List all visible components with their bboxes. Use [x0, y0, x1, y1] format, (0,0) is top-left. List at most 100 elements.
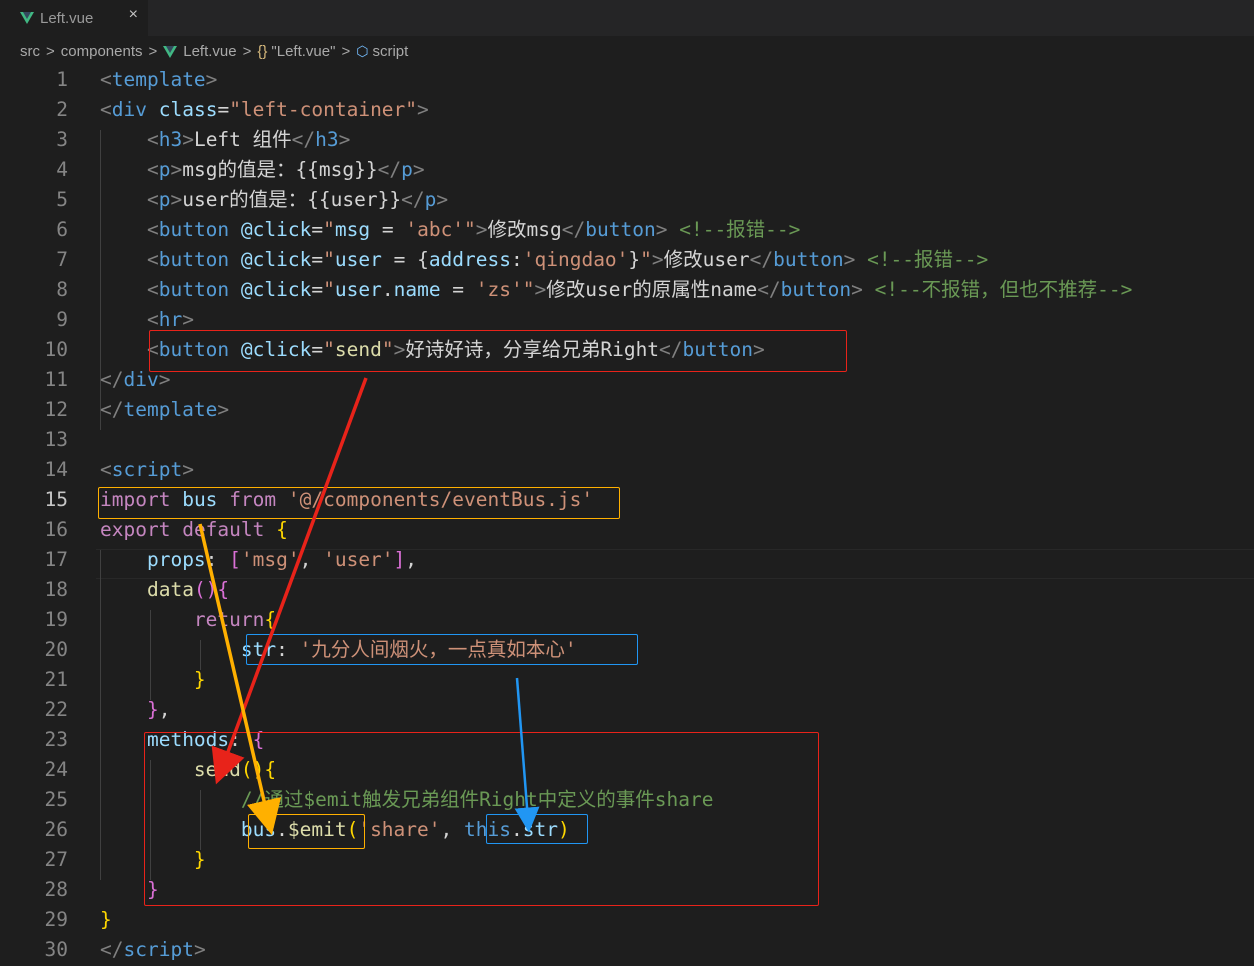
code-line[interactable]: 28 } [0, 875, 1254, 905]
code-line[interactable]: 10 <button @click="send">好诗好诗，分享给兄弟Right… [0, 335, 1254, 365]
line-number: 1 [56, 68, 68, 91]
code-line[interactable]: 15 import bus from '@/components/eventBus… [0, 485, 1254, 515]
code-text: data(){ [146, 578, 230, 601]
line-number: 19 [44, 608, 68, 631]
line-number: 5 [56, 188, 68, 211]
line-number: 23 [44, 728, 68, 751]
code-text: } [100, 908, 112, 931]
line-number: 6 [56, 218, 68, 241]
code-line[interactable]: 16 export default { [0, 515, 1254, 545]
code-text: <h3>Left 组件</h3> [146, 128, 351, 151]
code-text: props: ['msg', 'user'], [146, 548, 418, 571]
code-line[interactable]: 22 }, [0, 695, 1254, 725]
chevron-right-icon: > [148, 42, 158, 60]
code-line[interactable]: 30 </script> [0, 935, 1254, 965]
code-text: <p>msg的值是：{{msg}}</p> [146, 158, 425, 181]
code-line[interactable]: 26 bus.$emit('share', this.str) [0, 815, 1254, 845]
line-number: 28 [44, 878, 68, 901]
code-editor[interactable]: 1 <template> 2 <div class="left-container">… [0, 64, 1254, 966]
breadcrumb-file[interactable]: Left.vue [183, 43, 236, 60]
line-number: 27 [44, 848, 68, 871]
code-line[interactable]: 6 <button @click="msg = 'abc'">修改msg</bu… [0, 215, 1254, 245]
cube-icon: ⬡ [356, 42, 369, 59]
code-line[interactable]: 13 [0, 425, 1254, 455]
code-line[interactable]: 17 props: ['msg', 'user'], [0, 545, 1254, 575]
code-line[interactable]: 27 } [0, 845, 1254, 875]
line-number: 8 [56, 278, 68, 301]
code-text: </div> [100, 368, 171, 391]
code-text: </script> [100, 938, 206, 961]
line-number: 30 [44, 938, 68, 961]
code-line[interactable]: 14 <script> [0, 455, 1254, 485]
code-text: </template> [100, 398, 230, 421]
code-text: } [193, 848, 206, 871]
code-text: <hr> [146, 308, 194, 331]
tab-title: Left.vue [40, 9, 94, 27]
line-number: 16 [44, 518, 68, 541]
chevron-right-icon: > [46, 42, 55, 60]
line-number: 4 [56, 158, 68, 181]
breadcrumb: src > components > Left.vue > {} "Left.v… [0, 36, 1254, 66]
vue-file-icon [163, 46, 178, 58]
code-text: <div class="left-container"> [100, 98, 429, 121]
code-line[interactable]: 19 return{ [0, 605, 1254, 635]
code-line[interactable]: 2 <div class="left-container"> [0, 95, 1254, 125]
code-text: } [146, 878, 159, 901]
tab-bar: Left.vue × [0, 0, 1254, 36]
line-number: 29 [44, 908, 68, 931]
code-line[interactable]: 24 send(){ [0, 755, 1254, 785]
code-text: import bus from '@/components/eventBus.j… [100, 488, 594, 511]
line-number: 2 [56, 98, 68, 121]
line-number: 9 [56, 308, 68, 331]
code-line[interactable]: 8 <button @click="user.name = 'zs'">修改us… [0, 275, 1254, 305]
code-line[interactable]: 5 <p>user的值是：{{user}}</p> [0, 185, 1254, 215]
code-line[interactable]: 11 </div> [0, 365, 1254, 395]
code-line[interactable]: 18 data(){ [0, 575, 1254, 605]
code-text: str: '九分人间烟火，一点真如本心' [240, 638, 577, 661]
line-number: 11 [44, 368, 68, 391]
line-number: 3 [56, 128, 68, 151]
close-icon[interactable]: × [129, 6, 138, 24]
code-line[interactable]: 9 <hr> [0, 305, 1254, 335]
code-text: <button @click="send">好诗好诗，分享给兄弟Right</b… [146, 338, 765, 361]
line-number: 24 [44, 758, 68, 781]
tab-left-vue[interactable]: Left.vue × [0, 0, 148, 36]
code-text: return{ [193, 608, 277, 631]
chevron-right-icon: > [341, 42, 351, 60]
code-line[interactable]: 23 methods: { [0, 725, 1254, 755]
code-line[interactable]: 25 //通过$emit触发兄弟组件Right中定义的事件share [0, 785, 1254, 815]
line-number: 7 [56, 248, 68, 271]
code-line[interactable]: 12 </template> [0, 395, 1254, 425]
line-number: 15 [44, 488, 68, 511]
code-text: <button @click="msg = 'abc'">修改msg</butt… [146, 218, 801, 241]
code-text: <p>user的值是：{{user}}</p> [146, 188, 449, 211]
line-number: 25 [44, 788, 68, 811]
line-number: 12 [44, 398, 68, 421]
line-number: 20 [44, 638, 68, 661]
line-number: 14 [44, 458, 68, 481]
breadcrumb-components[interactable]: components [61, 43, 143, 60]
breadcrumb-src[interactable]: src [20, 43, 40, 60]
line-number: 10 [44, 338, 68, 361]
code-line[interactable]: 1 <template> [0, 65, 1254, 95]
vue-file-icon [20, 12, 34, 24]
code-line[interactable]: 29} [0, 905, 1254, 935]
line-number: 18 [44, 578, 68, 601]
code-line[interactable]: 21 } [0, 665, 1254, 695]
code-text: //通过$emit触发兄弟组件Right中定义的事件share [240, 788, 714, 811]
code-line[interactable]: 4 <p>msg的值是：{{msg}}</p> [0, 155, 1254, 185]
line-number: 26 [44, 818, 68, 841]
code-line[interactable]: 3 <h3>Left 组件</h3> [0, 125, 1254, 155]
code-text: methods: { [146, 728, 265, 751]
code-text: export default { [100, 518, 288, 541]
breadcrumb-symbol[interactable]: "Left.vue" [271, 43, 335, 60]
code-text: bus.$emit('share', this.str) [240, 818, 570, 841]
code-text: <button @click="user = {address:'qingdao… [146, 248, 989, 271]
code-text: <template> [100, 68, 218, 91]
line-number: 21 [44, 668, 68, 691]
breadcrumb-section[interactable]: script [372, 43, 408, 60]
code-line[interactable]: 20 str: '九分人间烟火，一点真如本心' [0, 635, 1254, 665]
code-text: <button @click="user.name = 'zs'">修改user… [146, 278, 1133, 301]
code-text: }, [146, 698, 171, 721]
code-line[interactable]: 7 <button @click="user = {address:'qingd… [0, 245, 1254, 275]
